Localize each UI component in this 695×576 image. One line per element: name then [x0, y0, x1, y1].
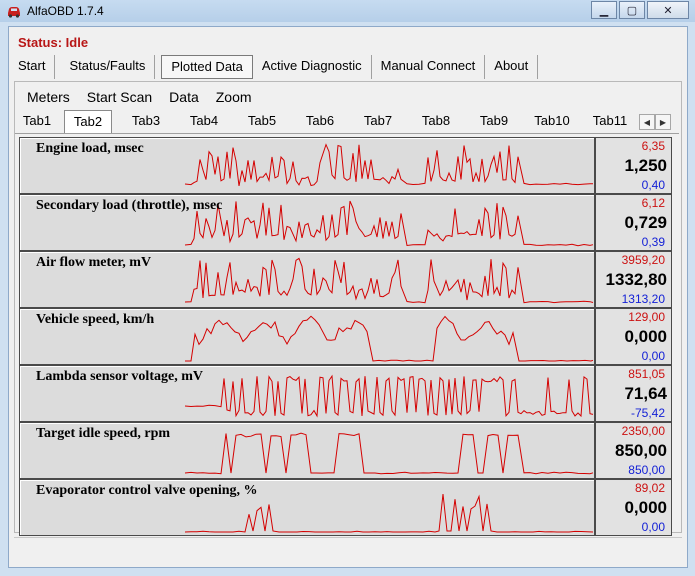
- minimize-button[interactable]: ▁: [591, 1, 617, 19]
- plot-row: Air flow meter, mV 3959,20 1332,80 1313,…: [19, 251, 687, 308]
- plot-max-value: 3959,20: [621, 253, 665, 267]
- main-window: Status: Idle Start Status/Faults Plotted…: [8, 26, 688, 568]
- plot-trace-line: [184, 374, 594, 418]
- tab-active-diagnostic[interactable]: Active Diagnostic: [253, 55, 372, 79]
- tab-plotted-data[interactable]: Plotted Data: [161, 55, 253, 79]
- close-icon: ✕: [663, 4, 673, 17]
- plot-min-value: 1313,20: [621, 292, 665, 306]
- plot-values: 6,12 0,729 0,39: [595, 194, 672, 251]
- plot-row: Evaporator control valve opening, % 89,0…: [19, 479, 687, 536]
- plot-min-value: 0,40: [641, 178, 665, 192]
- tab-tab5[interactable]: Tab5: [233, 110, 291, 133]
- tab-tab10[interactable]: Tab10: [523, 110, 581, 133]
- tab-manual-connect[interactable]: Manual Connect: [372, 55, 486, 79]
- plot-label: Vehicle speed, km/h: [36, 312, 155, 327]
- menu-meters[interactable]: Meters: [27, 89, 70, 105]
- plot-min-value: 850,00: [628, 463, 665, 477]
- close-button[interactable]: ✕: [647, 1, 689, 19]
- plot-current-value: 0,000: [624, 327, 667, 346]
- plot-current-value: 850,00: [615, 441, 667, 460]
- plot-max-value: 6,12: [641, 196, 665, 210]
- plot-max-value: 851,05: [628, 367, 665, 381]
- plot-values: 129,00 0,000 0,00: [595, 308, 672, 365]
- plot-max-value: 6,35: [641, 139, 665, 153]
- plot-trace-line: [184, 200, 594, 247]
- plot-label: Secondary load (throttle), msec: [36, 198, 223, 213]
- tab-scroll-right-button[interactable]: ▶: [655, 114, 671, 130]
- tab-tab11[interactable]: Tab11: [581, 110, 639, 133]
- tab-tab7[interactable]: Tab7: [349, 110, 407, 133]
- minimize-icon: ▁: [599, 4, 609, 17]
- plot-chart: Vehicle speed, km/h: [19, 308, 595, 365]
- tab-tab9[interactable]: Tab9: [465, 110, 523, 133]
- tab-scroll-left-button[interactable]: ◀: [639, 114, 655, 130]
- tab-tab8[interactable]: Tab8: [407, 110, 465, 133]
- menu-data[interactable]: Data: [169, 89, 199, 105]
- tab-tab6[interactable]: Tab6: [291, 110, 349, 133]
- plot-values: 3959,20 1332,80 1313,20: [595, 251, 672, 308]
- plot-row: Target idle speed, rpm 2350,00 850,00 85…: [19, 422, 687, 479]
- plot-row: Engine load, msec 6,35 1,250 0,40: [19, 137, 687, 194]
- plot-trace-line: [184, 432, 594, 475]
- plot-label: Evaporator control valve opening, %: [36, 483, 258, 498]
- plot-min-value: 0,00: [641, 349, 665, 363]
- plot-trace-line: [184, 257, 594, 304]
- plot-trace-line: [184, 494, 594, 533]
- plot-chart: Evaporator control valve opening, %: [19, 479, 595, 536]
- plot-min-value: 0,00: [641, 520, 665, 534]
- plot-max-value: 129,00: [628, 310, 665, 324]
- arrow-right-icon: ▶: [659, 117, 667, 127]
- plot-row: Lambda sensor voltage, mV 851,05 71,64 -…: [19, 365, 687, 422]
- plot-current-value: 0,729: [624, 213, 667, 232]
- car-icon: [8, 7, 20, 18]
- title-bar: AlfaOBD 1.7.4 ▁ ▢ ✕: [0, 0, 695, 22]
- plot-min-value: 0,39: [641, 235, 665, 249]
- tab-start[interactable]: Start: [9, 55, 56, 79]
- plot-label: Target idle speed, rpm: [36, 426, 171, 441]
- plot-row: Vehicle speed, km/h 129,00 0,000 0,00: [19, 308, 687, 365]
- plot-chart: Air flow meter, mV: [19, 251, 595, 308]
- plot-current-value: 1332,80: [605, 270, 667, 289]
- plotted-data-panel: Meters Start Scan Data Zoom Tab1 Tab2 Ta…: [14, 81, 682, 536]
- tab-tab2[interactable]: Tab2: [64, 110, 112, 133]
- tab-tab4[interactable]: Tab4: [175, 110, 233, 133]
- plot-current-value: 0,000: [624, 498, 667, 517]
- maximize-button[interactable]: ▢: [619, 1, 645, 19]
- plot-values: 6,35 1,250 0,40: [595, 137, 672, 194]
- plot-menu: Meters Start Scan Data Zoom: [27, 89, 269, 105]
- main-tab-bar: Start Status/Faults Plotted Data Active …: [9, 55, 539, 79]
- plot-min-value: -75,42: [630, 406, 665, 420]
- plot-label: Air flow meter, mV: [36, 255, 152, 270]
- plot-chart: Secondary load (throttle), msec: [19, 194, 595, 251]
- arrow-left-icon: ◀: [643, 117, 651, 127]
- horizontal-scrollbar[interactable]: [14, 537, 682, 547]
- tab-tab3[interactable]: Tab3: [117, 110, 175, 133]
- plot-label: Engine load, msec: [36, 141, 144, 156]
- plot-values: 851,05 71,64 -75,42: [595, 365, 672, 422]
- plot-chart: Lambda sensor voltage, mV: [19, 365, 595, 422]
- plot-max-value: 89,02: [634, 481, 665, 495]
- plot-current-value: 71,64: [624, 384, 667, 403]
- tab-tab1[interactable]: Tab1: [15, 110, 59, 133]
- plot-values: 89,02 0,000 0,00: [595, 479, 672, 536]
- plot-tab-bar: Tab1 Tab2 Tab3 Tab4 Tab5 Tab6 Tab7 Tab8 …: [15, 110, 679, 134]
- plot-max-value: 2350,00: [621, 424, 665, 438]
- plot-trace-line: [185, 315, 594, 362]
- plot-label: Lambda sensor voltage, mV: [36, 369, 203, 384]
- plot-row: Secondary load (throttle), msec 6,12 0,7…: [19, 194, 687, 251]
- menu-zoom[interactable]: Zoom: [216, 89, 252, 105]
- plot-current-value: 1,250: [624, 156, 667, 175]
- window-title: AlfaOBD 1.7.4: [27, 4, 104, 18]
- maximize-icon: ▢: [626, 4, 638, 17]
- tab-about[interactable]: About: [485, 55, 539, 79]
- plot-values: 2350,00 850,00 850,00: [595, 422, 672, 479]
- tab-status-faults[interactable]: Status/Faults: [55, 55, 156, 79]
- plot-trace-line: [184, 143, 593, 187]
- plot-chart: Engine load, msec: [19, 137, 595, 194]
- plot-chart: Target idle speed, rpm: [19, 422, 595, 479]
- menu-start-scan[interactable]: Start Scan: [87, 89, 152, 105]
- status-text: Status: Idle: [18, 35, 89, 50]
